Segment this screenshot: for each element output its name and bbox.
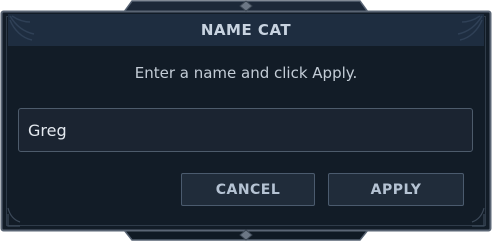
name-cat-dialog: NAME CAT Enter a name and click Apply. C… [0,0,492,242]
cat-name-input[interactable] [18,108,473,152]
apply-button[interactable]: APPLY [328,173,464,206]
instruction-text: Enter a name and click Apply. [134,64,358,82]
dialog-title: NAME CAT [200,21,292,39]
cancel-button[interactable]: CANCEL [181,173,315,206]
